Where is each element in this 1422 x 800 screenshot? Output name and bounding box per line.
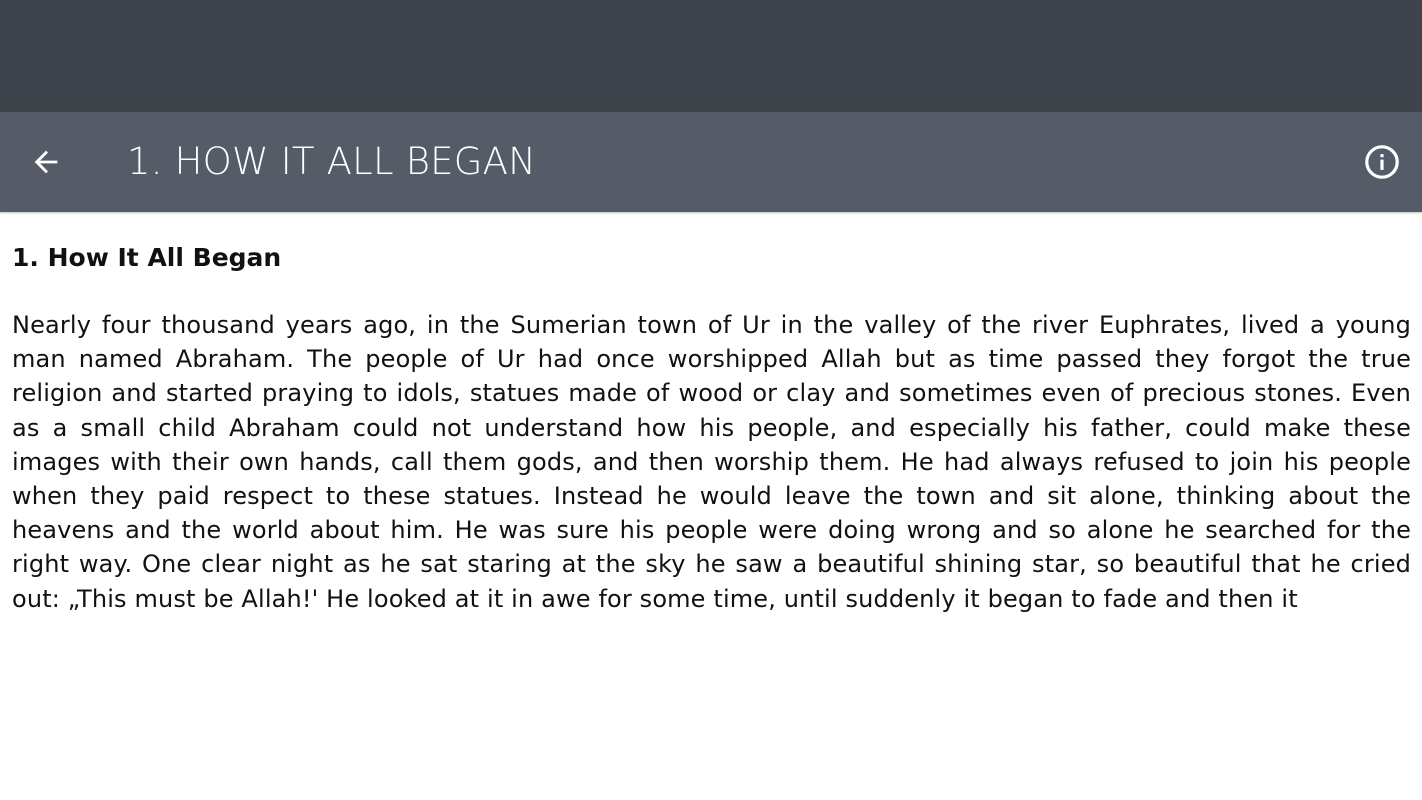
app-bar: 1. HOW IT ALL BEGAN <box>0 112 1422 212</box>
back-button[interactable] <box>22 138 70 186</box>
page-title: 1. HOW IT ALL BEGAN <box>127 140 536 183</box>
info-circle-icon <box>1365 145 1399 179</box>
chapter-heading: 1. How It All Began <box>12 243 282 272</box>
chapter-content[interactable]: 1. How It All Began Nearly four thousand… <box>12 240 1411 616</box>
chapter-body-text: Nearly four thousand years ago, in the S… <box>12 311 1411 613</box>
arrow-back-icon <box>34 150 58 174</box>
info-button[interactable] <box>1358 138 1406 186</box>
status-bar <box>0 0 1422 112</box>
